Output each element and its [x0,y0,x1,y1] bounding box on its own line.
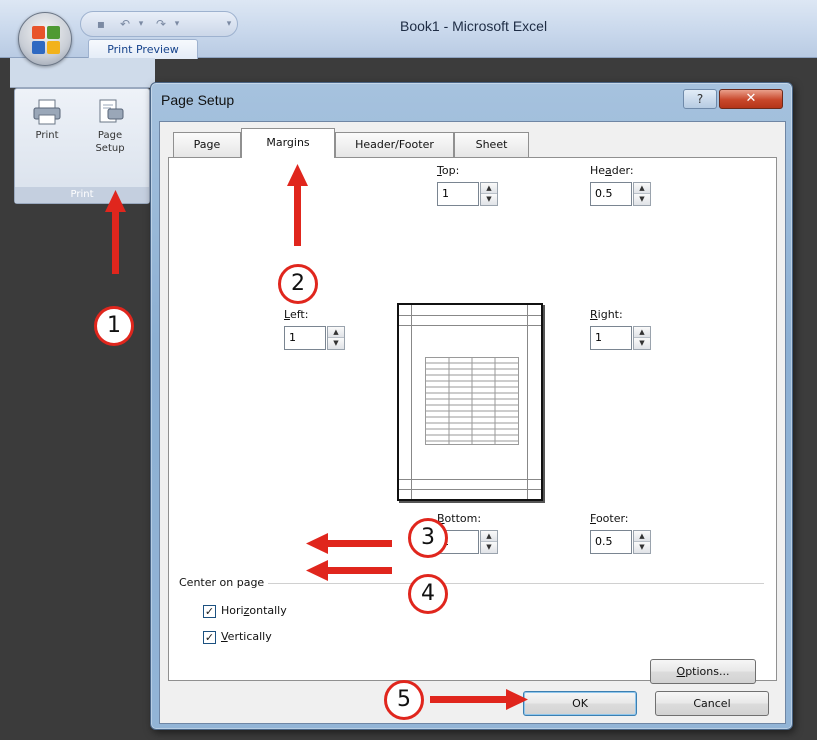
preview-cell-grid [425,357,519,445]
close-button[interactable]: ✕ [719,89,783,109]
top-margin-label: Top: [437,164,460,177]
right-margin-guide-line [527,305,528,499]
print-button[interactable]: Print [29,99,65,142]
spin-down-icon[interactable]: ▼ [481,542,497,553]
page-setup-icon [99,99,124,123]
spin-down-icon[interactable]: ▼ [634,194,650,205]
spin-down-icon[interactable]: ▼ [481,194,497,205]
spin-up-icon[interactable]: ▲ [634,531,650,542]
window-title: Book1 - Microsoft Excel [400,18,548,34]
options-button[interactable]: Options... [650,659,756,684]
help-button[interactable]: ? [683,89,717,109]
step-4-badge: 4 [408,574,448,614]
ok-button[interactable]: OK [523,691,637,716]
margins-tab-panel: Top: 1 ▲ ▼ Header: 0.5 ▲ ▼ Left: 1 ▲ ▼ R… [168,157,777,684]
footer-margin-input[interactable]: 0.5 [590,530,632,554]
undo-icon[interactable]: ↶ [117,17,133,31]
right-margin-input[interactable]: 1 [590,326,632,350]
step-1-badge: 1 [94,306,134,346]
top-margin-spin-buttons: ▲ ▼ [480,182,498,206]
spin-down-icon[interactable]: ▼ [634,542,650,553]
top-margin-spinner: 1 ▲ ▼ [437,182,499,206]
tab-sheet[interactable]: Sheet [454,132,529,157]
margins-preview-page [397,303,543,501]
right-margin-spinner: 1 ▲ ▼ [590,326,652,350]
top-margin-input[interactable]: 1 [437,182,479,206]
bottom-margin-spin-buttons: ▲ ▼ [480,530,498,554]
dialog-title: Page Setup [161,92,235,108]
spin-down-icon[interactable]: ▼ [634,338,650,349]
bottom-margin-label: Bottom: [437,512,482,525]
footer-margin-spin-buttons: ▲ ▼ [633,530,651,554]
redo-dropdown-icon[interactable]: ▾ [169,17,185,31]
spin-up-icon[interactable]: ▲ [328,327,344,338]
left-margin-input[interactable]: 1 [284,326,326,350]
undo-dropdown-icon[interactable]: ▾ [133,17,149,31]
print-button-label: Print [35,130,59,141]
step-5-badge: 5 [384,680,424,720]
right-margin-spin-buttons: ▲ ▼ [633,326,651,350]
left-margin-label: Left: [284,308,309,321]
dialog-client-area: Page Margins Header/Footer Sheet Top: 1 … [159,121,786,724]
spin-up-icon[interactable]: ▲ [634,327,650,338]
office-logo-icon [32,26,60,54]
save-icon[interactable]: ▪ [93,17,109,31]
tab-page[interactable]: Page [173,132,241,157]
tab-margins[interactable]: Margins [241,128,335,158]
footer-margin-label: Footer: [590,512,629,525]
ribbon-tab-print-preview[interactable]: Print Preview [88,39,198,59]
header-margin-spin-buttons: ▲ ▼ [633,182,651,206]
spin-down-icon[interactable]: ▼ [328,338,344,349]
spin-up-icon[interactable]: ▲ [481,183,497,194]
footer-guide-line [399,489,541,490]
page-setup-button[interactable]: Page Setup [87,99,133,155]
header-guide-line [399,315,541,316]
office-button[interactable] [18,12,72,66]
top-margin-guide-line [399,325,541,326]
bottom-margin-guide-line [399,479,541,480]
spin-up-icon[interactable]: ▲ [481,531,497,542]
center-on-page-label: Center on page [179,576,269,589]
printer-icon [33,99,61,125]
cancel-button[interactable]: Cancel [655,691,769,716]
left-margin-spinner: 1 ▲ ▼ [284,326,346,350]
left-margin-guide-line [411,305,412,499]
horizontally-checkbox[interactable]: ✓ [203,605,216,618]
vertically-label[interactable]: Vertically [221,630,272,643]
step-3-badge: 3 [408,518,448,558]
header-margin-label: Header: [590,164,634,177]
spin-up-icon[interactable]: ▲ [634,183,650,194]
header-margin-spinner: 0.5 ▲ ▼ [590,182,652,206]
tab-header-footer[interactable]: Header/Footer [335,132,454,157]
right-margin-label: Right: [590,308,623,321]
left-margin-spin-buttons: ▲ ▼ [327,326,345,350]
page-setup-dialog: Page Setup ? ✕ Page Margins Header/Foote… [150,82,793,730]
step-2-badge: 2 [278,264,318,304]
ribbon-group-label: Print [15,187,149,203]
header-margin-input[interactable]: 0.5 [590,182,632,206]
horizontally-label[interactable]: Horizontally [221,604,287,617]
customize-toolbar-icon[interactable]: ▾ [221,17,237,31]
vertically-checkbox[interactable]: ✓ [203,631,216,644]
page-setup-button-label: Page Setup [95,130,125,154]
redo-icon[interactable]: ↷ [153,17,169,31]
ribbon-group-print: Print Page Setup Print [14,88,150,204]
quick-access-toolbar: ▪ ↶ ▾ ↷ ▾ ▾ [80,11,238,37]
footer-margin-spinner: 0.5 ▲ ▼ [590,530,652,554]
